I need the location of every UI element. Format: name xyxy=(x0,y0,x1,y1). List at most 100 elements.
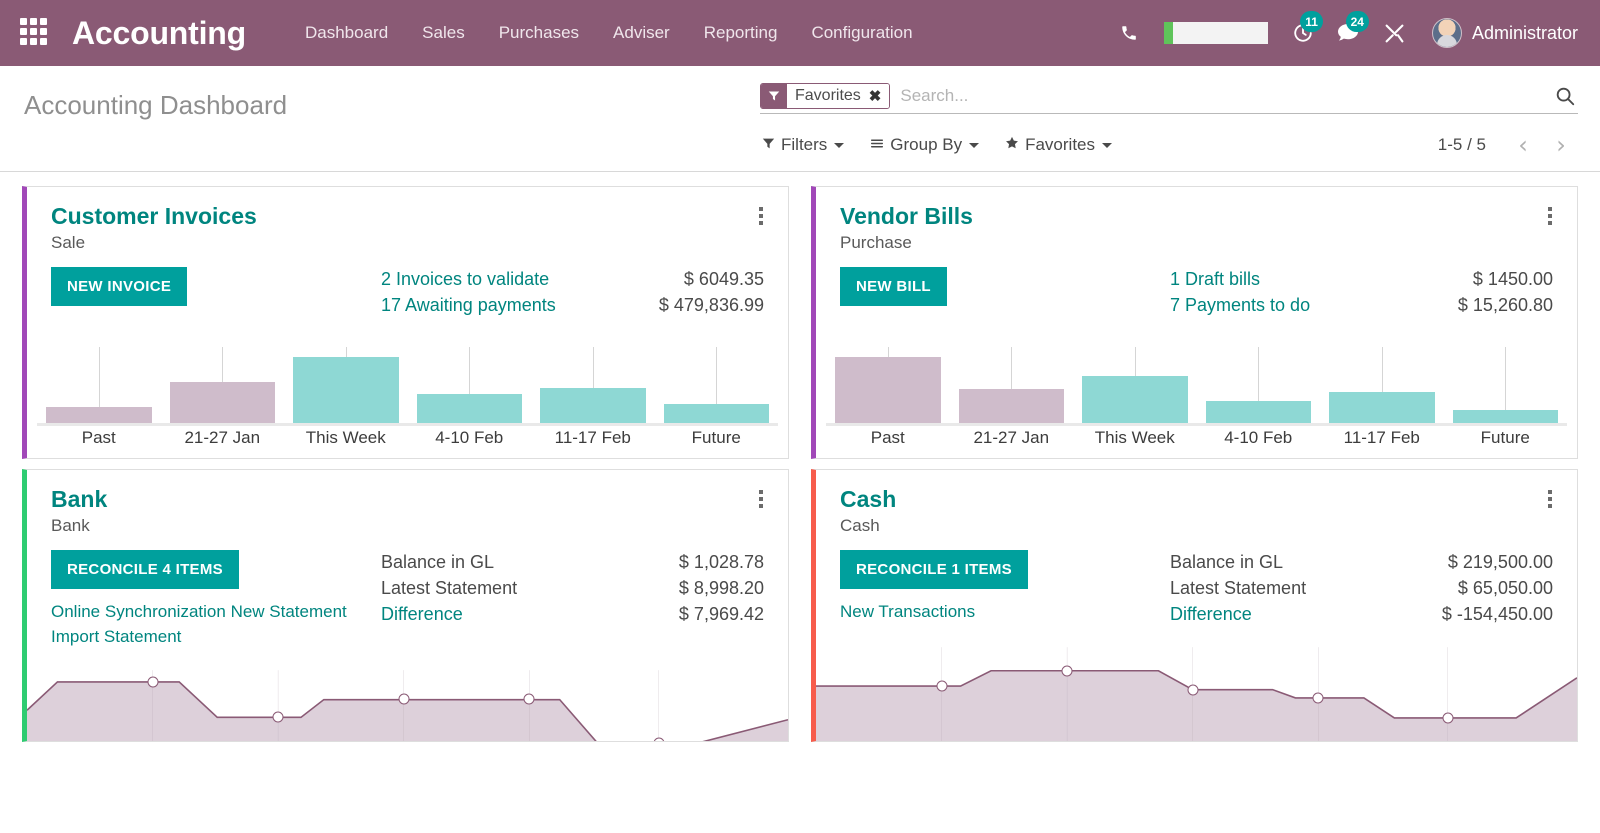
stat-value: $ 1,028.78 xyxy=(679,550,764,576)
pager-next-button[interactable]: › xyxy=(1544,133,1578,157)
bar[interactable] xyxy=(170,382,276,423)
card-link-new-statement[interactable]: New Statement xyxy=(231,602,347,621)
kebab-menu-icon[interactable] xyxy=(750,486,772,512)
bar-column[interactable] xyxy=(655,341,779,423)
bar[interactable] xyxy=(1329,392,1435,423)
bar-column[interactable] xyxy=(161,341,285,423)
data-point-marker[interactable] xyxy=(524,694,535,705)
stat-value: $ 7,969.42 xyxy=(679,602,764,628)
activities-clock-icon[interactable]: 11 xyxy=(1280,0,1326,66)
bar-chart-customer-invoices[interactable]: Past21-27 JanThis Week4-10 Feb11-17 FebF… xyxy=(27,341,788,458)
menu-item-reporting[interactable]: Reporting xyxy=(687,0,795,66)
card-title-bank[interactable]: Bank xyxy=(51,486,770,512)
area-chart-bank[interactable]: 5 Jan10 Jan15 Jan20 Jan25 Jan xyxy=(27,656,788,742)
search-icon[interactable] xyxy=(1544,85,1578,107)
bar[interactable] xyxy=(1206,401,1312,423)
kebab-menu-icon[interactable] xyxy=(1539,203,1561,229)
bar[interactable] xyxy=(835,357,941,423)
bar-column[interactable] xyxy=(37,341,161,423)
bar-column[interactable] xyxy=(1444,341,1568,423)
card-title-cash[interactable]: Cash xyxy=(840,486,1559,512)
apps-grid-icon[interactable] xyxy=(20,18,50,48)
search-input[interactable] xyxy=(890,86,1544,106)
card-link-import-statement[interactable]: Import Statement xyxy=(51,627,181,646)
tools-icon[interactable] xyxy=(1372,0,1418,66)
stat-label[interactable]: Difference xyxy=(381,602,463,628)
kebab-menu-icon[interactable] xyxy=(750,203,772,229)
bar-column[interactable] xyxy=(408,341,532,423)
data-point-marker[interactable] xyxy=(1187,684,1198,695)
data-point-marker[interactable] xyxy=(1313,692,1324,703)
phone-icon[interactable] xyxy=(1106,0,1152,66)
card-link-new-transactions[interactable]: New Transactions xyxy=(840,602,975,621)
menu-item-configuration[interactable]: Configuration xyxy=(794,0,929,66)
bar-column[interactable] xyxy=(1320,341,1444,423)
bar[interactable] xyxy=(293,357,399,423)
bar[interactable] xyxy=(959,389,1065,423)
stat-label[interactable]: 7 Payments to do xyxy=(1170,293,1310,319)
card-actions: RECONCILE 4 ITEMSOnline Synchronization … xyxy=(51,550,381,649)
data-point-marker[interactable] xyxy=(1062,665,1073,676)
bar-column[interactable] xyxy=(826,341,950,423)
search-facet-favorites[interactable]: Favorites ✖ xyxy=(760,83,890,109)
kebab-menu-icon[interactable] xyxy=(1539,486,1561,512)
search-facet-label: Favorites xyxy=(787,84,867,108)
stat-value: $ 6049.35 xyxy=(684,267,764,293)
bar-column[interactable] xyxy=(284,341,408,423)
kanban-card-cash[interactable]: CashCashRECONCILE 1 ITEMSNew Transaction… xyxy=(811,469,1578,742)
bar[interactable] xyxy=(540,388,646,423)
primary-action-button-customer-invoices[interactable]: NEW INVOICE xyxy=(51,267,187,306)
card-title-customer-invoices[interactable]: Customer Invoices xyxy=(51,203,770,229)
data-point-marker[interactable] xyxy=(936,681,947,692)
primary-action-button-bank[interactable]: RECONCILE 4 ITEMS xyxy=(51,550,239,589)
area-chart-cash[interactable]: 5 Jan10 Jan15 Jan20 Jan25 Jan xyxy=(816,633,1577,742)
menu-item-adviser[interactable]: Adviser xyxy=(596,0,687,66)
data-point-marker[interactable] xyxy=(273,712,284,723)
group-by-dropdown[interactable]: Group By xyxy=(870,135,979,155)
bar[interactable] xyxy=(1082,376,1188,423)
bar[interactable] xyxy=(1453,410,1559,423)
stat-label[interactable]: Difference xyxy=(1170,602,1252,628)
bar-column[interactable] xyxy=(1073,341,1197,423)
data-point-marker[interactable] xyxy=(653,738,664,742)
bar[interactable] xyxy=(417,394,523,423)
stat-label[interactable]: 1 Draft bills xyxy=(1170,267,1260,293)
pager-previous-button[interactable]: ‹ xyxy=(1506,133,1540,157)
stat-value: $ -154,450.00 xyxy=(1442,602,1553,628)
kanban-card-bank[interactable]: BankBank RECONCILE 4 ITEMS Online Synchron… xyxy=(22,469,789,742)
menu-item-sales[interactable]: Sales xyxy=(405,0,482,66)
close-icon[interactable]: ✖ xyxy=(867,84,890,108)
bar-label: Past xyxy=(826,428,950,458)
stat-label[interactable]: 17 Awaiting payments xyxy=(381,293,556,319)
app-brand-accounting[interactable]: Accounting xyxy=(72,15,246,52)
user-menu[interactable]: Administrator xyxy=(1432,18,1578,48)
bar-column[interactable] xyxy=(531,341,655,423)
navbar-systray: 11 24 Administrator xyxy=(1106,0,1582,66)
page-title: Accounting Dashboard xyxy=(24,82,287,121)
chevron-down-icon xyxy=(969,143,979,148)
primary-action-button-cash[interactable]: RECONCILE 1 ITEMS xyxy=(840,550,1028,589)
kanban-card-vendor-bills[interactable]: Vendor BillsPurchaseNEW BILL1 Draft bill… xyxy=(811,186,1578,459)
stat-row: 1 Draft bills$ 1450.00 xyxy=(1170,267,1553,293)
card-link-online-synchronization[interactable]: Online Synchronization xyxy=(51,602,226,621)
progress-bar[interactable] xyxy=(1164,22,1268,44)
bar-column[interactable] xyxy=(1197,341,1321,423)
bar[interactable] xyxy=(46,407,152,423)
filters-dropdown[interactable]: Filters xyxy=(762,135,844,155)
bar-label: 21-27 Jan xyxy=(161,428,285,458)
bar[interactable] xyxy=(664,404,770,423)
kanban-card-customer-invoices[interactable]: Customer InvoicesSaleNEW INVOICE2 Invoic… xyxy=(22,186,789,459)
data-point-marker[interactable] xyxy=(398,694,409,705)
menu-item-dashboard[interactable]: Dashboard xyxy=(288,0,405,66)
data-point-marker[interactable] xyxy=(1442,713,1453,724)
bar-column[interactable] xyxy=(950,341,1074,423)
card-header: BankBank xyxy=(27,470,788,536)
favorites-dropdown[interactable]: Favorites xyxy=(1005,135,1112,155)
primary-action-button-vendor-bills[interactable]: NEW BILL xyxy=(840,267,947,306)
stat-label[interactable]: 2 Invoices to validate xyxy=(381,267,549,293)
card-title-vendor-bills[interactable]: Vendor Bills xyxy=(840,203,1559,229)
bar-chart-vendor-bills[interactable]: Past21-27 JanThis Week4-10 Feb11-17 FebF… xyxy=(816,341,1577,458)
data-point-marker[interactable] xyxy=(147,676,158,687)
messages-chat-icon[interactable]: 24 xyxy=(1326,0,1372,66)
menu-item-purchases[interactable]: Purchases xyxy=(482,0,596,66)
